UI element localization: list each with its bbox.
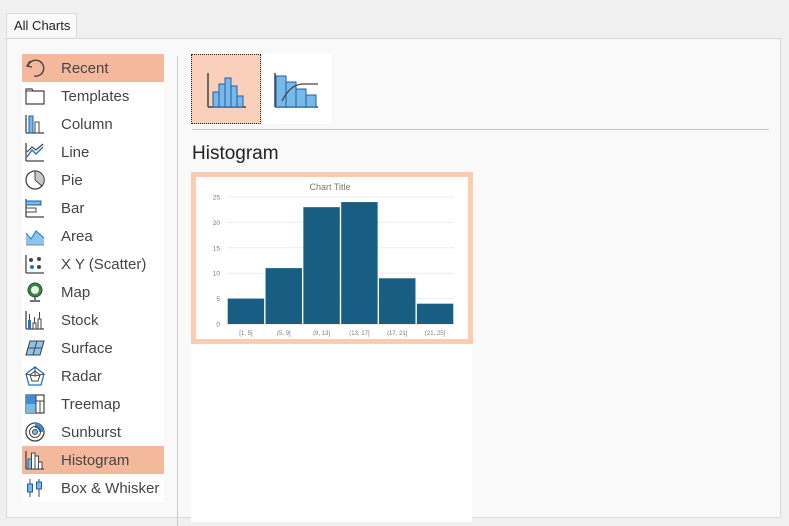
x-tick-label: (21, 25]: [425, 331, 446, 337]
x-tick-label: (5, 9]: [277, 331, 291, 337]
chart-title: Chart Title: [309, 182, 350, 192]
histogram-bar: [341, 202, 378, 324]
histogram-bar: [416, 303, 454, 324]
chart-preview[interactable]: Chart Title 0 5 10 15 20 25 [1, 5] (5, 9] (9, 13…: [191, 172, 473, 344]
sidebar-item-label: Box & Whisker: [61, 479, 160, 497]
treemap-chart-icon: [24, 393, 46, 415]
templates-folder-icon: [24, 85, 46, 107]
recent-icon: [24, 57, 46, 79]
y-tick-label: 0: [216, 322, 220, 329]
sidebar-item-box-whisker[interactable]: Box & Whisker: [22, 474, 164, 502]
sidebar-item-area[interactable]: Area: [22, 222, 164, 250]
sidebar-item-label: Histogram: [61, 451, 130, 469]
sidebar-item-recent[interactable]: Recent: [22, 54, 164, 82]
sidebar-item-label: Bar: [61, 199, 85, 217]
column-chart-icon: [24, 113, 46, 135]
sidebar-item-map[interactable]: Map: [22, 278, 164, 306]
surface-chart-icon: [24, 337, 46, 359]
sidebar-item-label: Area: [61, 227, 93, 245]
sidebar-item-label: Surface: [61, 339, 113, 357]
radar-chart-icon: [24, 365, 46, 387]
y-tick-label: 15: [213, 245, 221, 252]
line-chart-icon: [24, 141, 46, 163]
tab-strip: All Charts: [0, 0, 789, 40]
subtype-pareto-button[interactable]: [261, 54, 331, 124]
stock-chart-icon: [24, 309, 46, 331]
vertical-divider: [177, 56, 178, 526]
scatter-chart-icon: [24, 253, 46, 275]
sidebar-item-label: Line: [61, 143, 90, 161]
pareto-subtype-icon: [274, 73, 318, 108]
tab-all-charts[interactable]: All Charts: [6, 13, 77, 37]
chart-type-panel: Recent Templates Column Line Pie Bar Area X Y (…: [6, 38, 781, 526]
sunburst-chart-icon: [24, 421, 46, 443]
histogram-bar: [303, 207, 340, 324]
sidebar-item-line[interactable]: Line: [22, 138, 164, 166]
histogram-bar: [265, 268, 302, 324]
x-tick-label: (9, 13]: [313, 331, 330, 337]
sidebar-item-label: Column: [61, 115, 113, 133]
histogram-subtype-icon: [207, 73, 246, 108]
y-tick-label: 25: [213, 195, 221, 202]
x-tick-label: (17, 21]: [387, 331, 408, 337]
sidebar-item-label: Treemap: [61, 395, 121, 413]
histogram-bar: [379, 278, 416, 324]
sidebar-item-bar[interactable]: Bar: [22, 194, 164, 222]
sidebar-item-label: Recent: [61, 59, 109, 77]
sidebar-item-label: Radar: [61, 367, 102, 385]
sidebar-item-label: Sunburst: [61, 423, 122, 441]
pie-chart-icon: [24, 169, 46, 191]
sidebar-item-column[interactable]: Column: [22, 110, 164, 138]
x-tick-label: (13, 17]: [349, 331, 370, 337]
histogram-preview-chart: Chart Title 0 5 10 15 20 25 [1, 5] (5, 9] (9, 13…: [213, 182, 454, 337]
sidebar-item-surface[interactable]: Surface: [22, 334, 164, 362]
box-whisker-chart-icon: [24, 477, 46, 499]
histogram-bar: [227, 298, 265, 324]
sidebar-item-label: Stock: [61, 311, 99, 329]
map-chart-icon: [24, 281, 46, 303]
y-tick-label: 10: [213, 271, 221, 278]
sidebar-item-x-y-scatter[interactable]: X Y (Scatter): [22, 250, 164, 278]
histogram-chart-icon: [24, 449, 46, 471]
sidebar-item-sunburst[interactable]: Sunburst: [22, 418, 164, 446]
sidebar-item-label: Map: [61, 283, 91, 301]
preview-heading: Histogram: [192, 143, 279, 164]
y-tick-label: 5: [216, 296, 220, 303]
subtype-histogram-button[interactable]: [191, 54, 261, 124]
sidebar-item-templates[interactable]: Templates: [22, 82, 164, 110]
sidebar-item-treemap[interactable]: Treemap: [22, 390, 164, 418]
sidebar-item-label: Templates: [61, 87, 130, 105]
chart-type-list: Recent Templates Column Line Pie Bar Area X Y (…: [22, 54, 164, 502]
x-tick-label: [1, 5]: [239, 331, 253, 337]
area-chart-icon: [24, 225, 46, 247]
sidebar-item-pie[interactable]: Pie: [22, 166, 164, 194]
sidebar-item-radar[interactable]: Radar: [22, 362, 164, 390]
bar-chart-icon: [24, 197, 46, 219]
horizontal-divider: [192, 129, 769, 130]
sidebar-item-stock[interactable]: Stock: [22, 306, 164, 334]
sidebar-item-histogram[interactable]: Histogram: [22, 446, 164, 474]
sidebar-item-label: X Y (Scatter): [61, 255, 147, 273]
sidebar-item-label: Pie: [61, 171, 83, 189]
y-tick-label: 20: [213, 220, 221, 227]
